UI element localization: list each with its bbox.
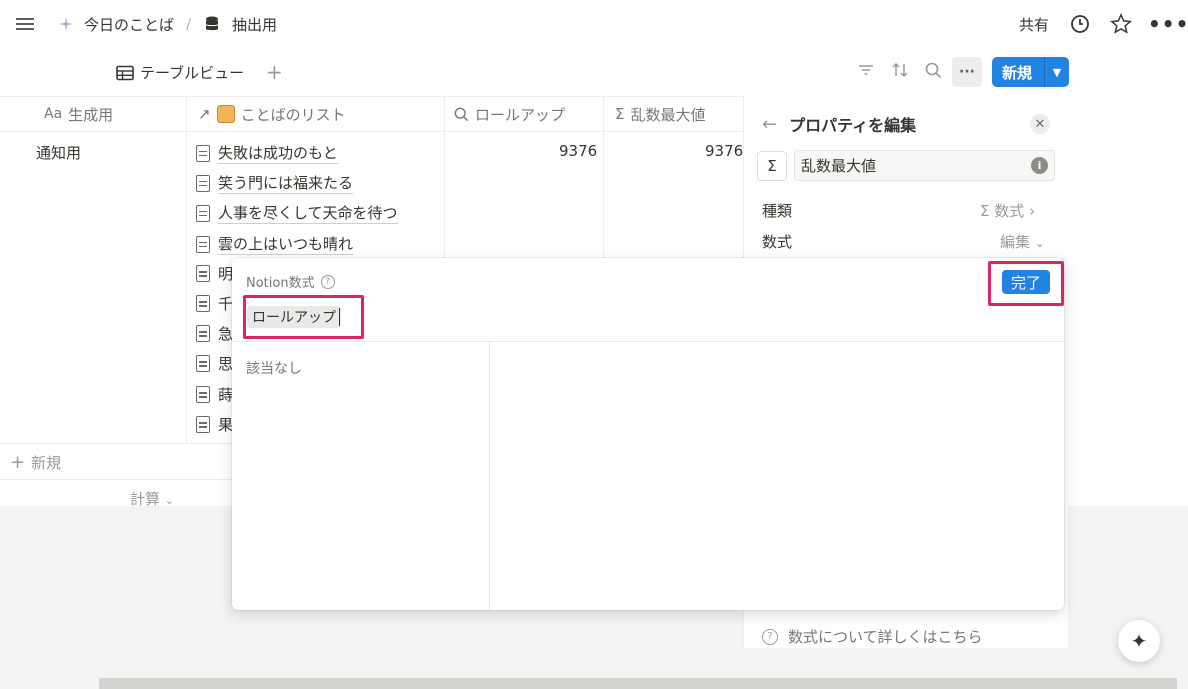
popup-divider [232, 341, 1064, 342]
column-divider [186, 96, 187, 443]
list-item[interactable]: 急 [196, 323, 233, 344]
page-icon [196, 295, 210, 312]
sigma-icon-button[interactable]: Σ [757, 151, 787, 181]
back-arrow-icon[interactable]: ← [762, 114, 777, 135]
highlight-box [988, 261, 1064, 306]
list-emoji-icon [216, 105, 235, 123]
page-emoji-icon [58, 12, 74, 36]
help-icon[interactable]: ? [320, 274, 335, 289]
panel-header: ← プロパティを編集 [762, 112, 916, 136]
list-item[interactable]: 笑う門には福来たる [196, 172, 354, 194]
plus-icon: + [10, 452, 26, 473]
page-icon [196, 386, 210, 403]
view-tab-label: テーブルビュー [140, 64, 245, 82]
formula-edit[interactable]: 編集 ⌄ [1000, 231, 1045, 252]
share-button[interactable]: 共有 [1019, 12, 1049, 36]
type-label: 種類 [762, 202, 793, 220]
row-divider [0, 479, 232, 480]
page-icon [196, 235, 210, 253]
row-title[interactable]: 通知用 [36, 142, 81, 163]
chevron-down-icon: ⌄ [164, 494, 175, 507]
highlight-box [243, 295, 364, 339]
column-header-relation[interactable]: ↗ ことばのリスト [186, 96, 444, 132]
formula-cell[interactable]: 9376 [705, 142, 743, 160]
breadcrumb-page[interactable]: 今日のことば [84, 12, 174, 36]
suggestion-empty-text: 該当なし [246, 361, 302, 377]
property-name-input[interactable]: 乱数最大値 i [794, 150, 1055, 181]
add-row-label: 新規 [31, 454, 62, 472]
page-icon [196, 174, 210, 192]
relation-arrow-icon: ↗ [198, 105, 211, 123]
text-type-icon: Aa [44, 106, 63, 122]
page-icon [196, 265, 210, 282]
formula-help-link[interactable]: ? 数式について詳しくはこちら [762, 626, 983, 647]
chevron-down-icon[interactable]: ▼ [1045, 66, 1069, 79]
list-item[interactable]: 千 [196, 293, 233, 314]
clock-icon[interactable] [1070, 12, 1090, 36]
page-icon [196, 144, 210, 162]
column-divider [444, 96, 445, 261]
column-header-label: 生成用 [68, 105, 114, 124]
column-header-formula[interactable]: Σ 乱数最大値 [603, 96, 743, 132]
star-icon[interactable] [1110, 12, 1132, 36]
new-button-label: 新規 [1002, 63, 1033, 82]
sort-icon[interactable] [891, 62, 909, 82]
list-item[interactable]: 蒔 [196, 384, 233, 405]
table-icon [116, 65, 134, 80]
page-icon [196, 204, 210, 222]
menu-icon[interactable] [16, 12, 38, 36]
column-header-label: 乱数最大値 [630, 105, 706, 124]
column-divider [603, 96, 604, 261]
list-item[interactable]: 果 [196, 414, 233, 435]
add-view-icon[interactable]: + [266, 60, 283, 84]
column-header-label: ロールアップ [475, 105, 566, 124]
database-icon [205, 12, 219, 36]
panel-title: プロパティを編集 [789, 116, 917, 135]
row-divider [0, 443, 232, 444]
calculate-button[interactable]: 計算 ⌄ [130, 488, 174, 509]
search-icon [454, 107, 469, 121]
column-header-label: ことばのリスト [240, 105, 346, 124]
filter-icon[interactable] [858, 62, 874, 81]
chevron-down-icon: ⌄ [1034, 236, 1045, 250]
type-value[interactable]: Σ 数式 › [980, 200, 1035, 221]
chevron-right-icon: › [1029, 202, 1036, 220]
column-header-rollup[interactable]: ロールアップ [444, 96, 603, 132]
new-button[interactable]: 新規 ▼ [992, 57, 1069, 87]
list-item[interactable]: 明 [196, 263, 233, 284]
more-options-icon[interactable]: ••• [1148, 12, 1188, 36]
horizontal-scrollbar[interactable] [99, 678, 1177, 689]
rollup-cell[interactable]: 9376 [559, 142, 597, 160]
close-icon[interactable]: ✕ [1030, 114, 1050, 134]
tab-table-view[interactable]: テーブルビュー [116, 62, 244, 83]
view-more-button[interactable]: ··· [952, 57, 982, 87]
list-item[interactable]: 人事を尽くして天命を待つ [196, 202, 398, 224]
list-item[interactable]: 失敗は成功のもと [196, 142, 338, 164]
formula-label: 数式 [762, 233, 793, 251]
help-icon: ? [762, 628, 778, 645]
list-item[interactable]: 雲の上はいつも晴れ [196, 233, 354, 255]
add-row-button[interactable]: + 新規 [10, 452, 61, 473]
formula-editor-label: Notion数式 ? [246, 272, 335, 291]
breadcrumb-database[interactable]: 抽出用 [232, 12, 277, 36]
page-icon [196, 355, 210, 372]
sigma-icon: Σ [615, 105, 625, 123]
page-icon [196, 325, 210, 342]
page-icon [196, 416, 210, 433]
column-header-title[interactable]: Aa 生成用 [0, 96, 186, 132]
formula-editor-popup: Notion数式 ? ロールアップ 完了 該当なし [232, 258, 1064, 610]
info-icon[interactable]: i [1031, 157, 1048, 174]
breadcrumb-separator: / [186, 15, 192, 33]
list-item[interactable]: 思 [196, 353, 233, 374]
ai-sparkle-icon[interactable]: ✦ [1118, 620, 1160, 662]
search-icon[interactable] [925, 62, 942, 83]
popup-divider [489, 342, 490, 610]
sigma-icon: Σ [980, 202, 990, 220]
